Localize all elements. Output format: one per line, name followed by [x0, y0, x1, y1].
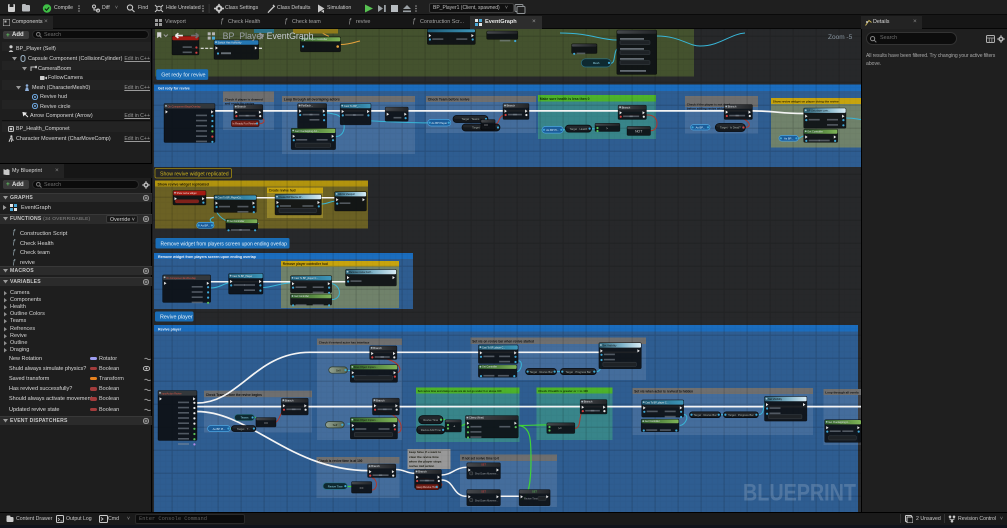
- svg-text:Get Controller: Get Controller: [230, 220, 245, 223]
- svg-text:>: >: [606, 127, 608, 131]
- svg-text:Shut Down Moveme...: Shut Down Moveme...: [475, 473, 499, 476]
- svg-text:BP_Player: BP_Player: [223, 31, 265, 41]
- svg-text:Zoom -5: Zoom -5: [828, 34, 853, 41]
- svg-text:Revive Time: Revive Time: [328, 484, 343, 488]
- svg-text:Branch: Branch: [237, 105, 246, 109]
- svg-text:Get Controller: Get Controller: [294, 295, 309, 298]
- svg-text:Remove widget from players scr: Remove widget from players screen upon e…: [158, 255, 257, 259]
- svg-text:Cast To BP_...: Cast To BP_...: [344, 104, 361, 108]
- svg-text:SET: SET: [481, 490, 486, 494]
- svg-text:Is Ready For Revive?: Is Ready For Revive?: [232, 122, 258, 126]
- svg-text:Cast To BP_Player: Cast To BP_Player: [232, 275, 252, 278]
- svg-text:>=: >=: [558, 427, 562, 431]
- svg-text:EventGraph: EventGraph: [267, 31, 314, 41]
- svg-text:Cast To BP_player C...: Cast To BP_player C...: [294, 277, 318, 280]
- svg-text:Get Controller: Get Controller: [645, 420, 660, 423]
- svg-text:Get Controller: Get Controller: [807, 131, 823, 134]
- svg-text:As BP...: As BP...: [201, 224, 211, 228]
- svg-text:As BP...: As BP...: [784, 137, 794, 141]
- svg-text:BP Get player contr...: BP Get player contr...: [807, 110, 830, 113]
- svg-text:Branch: Branch: [622, 105, 631, 109]
- svg-text:On Component BeginOverlap: On Component BeginOverlap: [168, 105, 201, 108]
- svg-text:Self: Self: [336, 368, 341, 372]
- svg-text:ForEach...: ForEach...: [301, 104, 313, 108]
- svg-text:==: ==: [360, 486, 364, 490]
- svg-text:Get Overlapping Act...: Get Overlapping Act...: [295, 130, 320, 133]
- svg-text:Revive Time: Revive Time: [423, 418, 438, 422]
- svg-text:Branch: Branch: [728, 105, 737, 109]
- svg-text:Create RW Revive W...: Create RW Revive W...: [279, 196, 304, 199]
- svg-text:Target · Progress Bar: Target · Progress Bar: [566, 370, 592, 374]
- svg-text:==: ==: [484, 124, 488, 128]
- svg-text:Does Object Implem...: Does Object Implem...: [354, 419, 378, 422]
- svg-text:Set Visibility: Set Visibility: [768, 397, 783, 401]
- svg-text:Branch: Branch: [584, 400, 593, 404]
- svg-text:As BP...: As BP...: [696, 126, 706, 130]
- svg-text:Revive player: Revive player: [158, 327, 182, 331]
- svg-text:Teams: Teams: [241, 416, 250, 420]
- svg-text:keep Revive Time: keep Revive Time: [417, 485, 439, 489]
- svg-text:Branch: Branch: [376, 398, 385, 402]
- svg-text:Target · Progress Bar: Target · Progress Bar: [728, 413, 754, 417]
- svg-text:As BP Player: As BP Player: [431, 121, 447, 125]
- svg-text:Self: Self: [333, 423, 338, 427]
- svg-text:==: ==: [264, 421, 268, 425]
- svg-text:InputAction Revive: InputAction Revive: [162, 392, 183, 395]
- svg-text:On Component EndOverlap: On Component EndOverlap: [166, 277, 196, 280]
- svg-text:Branch: Branch: [418, 470, 427, 474]
- svg-text:Switch Has Authority: Switch Has Authority: [218, 41, 242, 45]
- svg-text:Target · Is Dead?: Target · Is Dead?: [720, 126, 741, 130]
- svg-text:SET: SET: [532, 490, 537, 494]
- svg-text:Revive player: Revive player: [160, 315, 193, 321]
- svg-text:Get redy for revive: Get redy for revive: [158, 87, 190, 91]
- svg-text:Show revive widget replicated: Show revive widget replicated: [158, 183, 209, 187]
- svg-text:BLUEPRINT: BLUEPRINT: [743, 480, 856, 507]
- svg-text:Target · T...: Target · T...: [237, 427, 251, 431]
- svg-text:Clamp (float): Clamp (float): [469, 416, 484, 420]
- svg-text:Branch: Branch: [507, 104, 516, 108]
- svg-text:Mesh: Mesh: [593, 61, 600, 65]
- svg-text:Show revive widget: Show revive widget: [177, 192, 197, 195]
- svg-text:Target · Revive Bar: Target · Revive Bar: [694, 413, 717, 417]
- svg-text:Branch: Branch: [373, 346, 382, 350]
- svg-text:Get Overlapping A...: Get Overlapping A...: [828, 421, 850, 424]
- svg-text:Target · Teams: Target · Teams: [462, 117, 480, 121]
- svg-text:Get Controller: Get Controller: [482, 366, 497, 369]
- svg-text:As BP Pl...: As BP Pl...: [546, 128, 559, 132]
- svg-text:Show revive widget replicated: Show revive widget replicated: [160, 171, 229, 177]
- svg-text:Remove widget from players scr: Remove widget from players screen upon e…: [161, 241, 288, 247]
- svg-text:Add to Viewport: Add to Viewport: [338, 193, 355, 196]
- svg-text:Branch: Branch: [285, 398, 294, 402]
- svg-text:Remove revive hud f...: Remove revive hud f...: [349, 271, 373, 274]
- svg-text:Cast To BP_PlayerCo...: Cast To BP_PlayerCo...: [218, 197, 243, 200]
- svg-text:Target · Health: Target · Health: [570, 127, 588, 131]
- svg-text:Get redy for revive: Get redy for revive: [161, 73, 205, 79]
- svg-text:SET: SET: [481, 463, 486, 467]
- svg-text:Cast To BP_player C...: Cast To BP_player C...: [645, 401, 669, 404]
- svg-text:Revive Time: Revive Time: [524, 498, 538, 501]
- svg-text:Cast To BP_player C...: Cast To BP_player C...: [482, 346, 506, 349]
- svg-text:Set Visibility: Set Visibility: [603, 343, 618, 347]
- svg-text:As BP Pl...: As BP Pl...: [213, 427, 226, 431]
- svg-text:NOT: NOT: [635, 130, 642, 134]
- svg-text:Does Object Implem...: Does Object Implem...: [354, 366, 378, 369]
- svg-text:Branch: Branch: [371, 464, 380, 468]
- svg-text:Revive Add Time: Revive Add Time: [421, 428, 442, 432]
- svg-text:Shut Down Moveme...: Shut Down Moveme...: [475, 499, 499, 502]
- svg-text:Target · Revive Bar: Target · Revive Bar: [530, 370, 553, 374]
